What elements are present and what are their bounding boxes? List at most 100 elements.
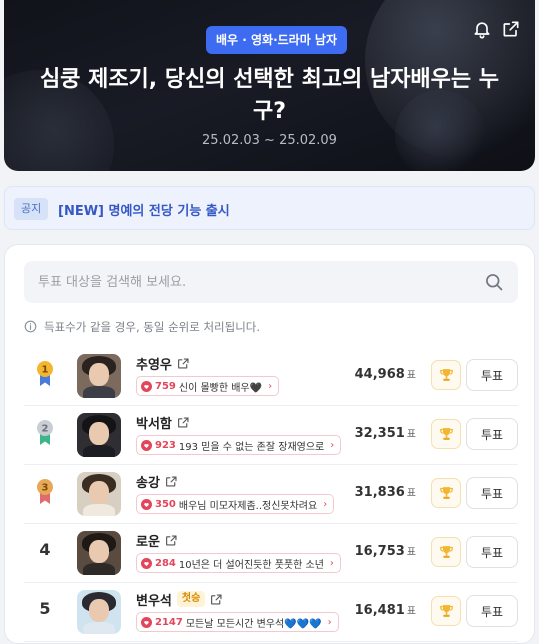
comment-text: 모든날 모든시간 변우석💙💙💙 xyxy=(185,618,322,630)
hero-banner: 배우 · 영화·드라마 남자 심쿵 제조기, 당신의 선택한 최고의 남자배우는… xyxy=(4,0,535,171)
comment-text: 193 믿을 수 없는 존잘 장재영으로 xyxy=(178,441,325,453)
comment-text: 10년은 더 설어진듯한 풋풋한 소년 xyxy=(178,559,324,571)
rank-number: 5 xyxy=(39,599,51,618)
candidate-row[interactable]: 2 박서함 923 193 믿을 수 없는 존잘 장재영으로 › 32,351 표 xyxy=(24,406,518,465)
vote-button[interactable]: 투표 xyxy=(466,595,518,627)
hall-of-fame-button[interactable] xyxy=(431,537,461,567)
top-comment[interactable]: 350 배우님 미모자제좀..정신못차려요 › xyxy=(136,494,335,514)
vote-button[interactable]: 투표 xyxy=(466,359,518,391)
chevron-right-icon: › xyxy=(323,498,328,510)
candidate-row[interactable]: 3 송강 350 배우님 미모자제좀..정신못차려요 › 31,836 표 투표 xyxy=(24,465,518,524)
chevron-right-icon: › xyxy=(329,557,334,569)
chevron-right-icon: › xyxy=(327,616,332,628)
name-line: 박서함 xyxy=(136,413,190,432)
candidate-name[interactable]: 박서함 xyxy=(136,413,172,432)
heart-icon xyxy=(141,557,152,569)
candidate-row[interactable]: 4 로운 284 10년은 더 설어진듯한 풋풋한 소년 › 16,753표 xyxy=(24,524,518,583)
top-comment[interactable]: 284 10년은 더 설어진듯한 풋풋한 소년 › xyxy=(136,553,341,573)
search-icon[interactable] xyxy=(484,272,504,292)
gold-medal-icon: 1 xyxy=(37,361,53,386)
rank-number: 3 xyxy=(42,483,49,494)
vote-count: 16,481 표 xyxy=(355,602,416,618)
rank-number: 4 xyxy=(39,540,51,559)
top-comment[interactable]: 923 193 믿을 수 없는 존잘 장재영으로 › xyxy=(136,435,342,455)
rising-badge: 첫승 xyxy=(176,591,206,607)
trophy-icon xyxy=(440,369,453,381)
hall-of-fame-button[interactable] xyxy=(431,596,461,626)
comment-count: 350 xyxy=(155,498,176,510)
comment-count: 923 xyxy=(155,439,176,451)
avatar[interactable] xyxy=(77,590,121,634)
comment-count: 2147 xyxy=(155,616,183,628)
vote-unit: 표 xyxy=(406,370,416,381)
vote-period: 25.02.03 ~ 25.02.09 xyxy=(202,133,337,148)
silver-medal-icon: 2 xyxy=(37,420,53,445)
name-line: 송강 xyxy=(136,472,178,491)
comment-text: 배우님 미모자제좀..정신못차려요 xyxy=(178,500,318,512)
vote-unit: 표 xyxy=(406,547,416,558)
share-icon[interactable] xyxy=(501,19,521,39)
rank-indicator: 3 xyxy=(34,477,56,505)
rank-number: 1 xyxy=(42,365,49,376)
vote-button[interactable]: 투표 xyxy=(466,477,518,509)
avatar-face xyxy=(89,481,109,504)
vote-count: 31,836 표 xyxy=(355,484,416,500)
bronze-medal-icon: 3 xyxy=(37,479,53,504)
avatar-body xyxy=(83,386,115,398)
heart-icon xyxy=(141,380,152,392)
notice-text[interactable]: [NEW] 명예의 전당 기능 출시 xyxy=(58,200,230,219)
bell-icon[interactable] xyxy=(472,19,492,39)
trophy-icon xyxy=(440,428,453,440)
info-icon xyxy=(24,320,37,333)
name-line: 추영우 xyxy=(136,354,190,373)
hall-of-fame-button[interactable] xyxy=(431,478,461,508)
avatar-body xyxy=(83,504,115,516)
external-link-icon[interactable] xyxy=(165,475,178,488)
page-title: 심쿵 제조기, 당신의 선택한 최고의 남자배우는 누구? xyxy=(39,67,500,124)
vote-button[interactable]: 투표 xyxy=(466,418,518,450)
rank-indicator: 4 xyxy=(34,536,56,564)
search-input[interactable] xyxy=(24,261,464,303)
avatar-body xyxy=(83,445,115,457)
trophy-icon xyxy=(440,487,453,499)
hall-of-fame-button[interactable] xyxy=(431,419,461,449)
heart-icon xyxy=(141,498,152,510)
vote-number: 31,836 xyxy=(354,485,405,500)
rank-indicator: 5 xyxy=(34,595,56,623)
avatar-face xyxy=(89,363,109,386)
rank-number: 2 xyxy=(42,424,49,435)
candidate-row[interactable]: 5 변우석첫승 2147 모든날 모든시간 변우석💙💙💙 › 16,481표 xyxy=(24,583,518,642)
vote-button[interactable]: 투표 xyxy=(466,536,518,568)
hall-of-fame-button[interactable] xyxy=(431,360,461,390)
rank-indicator: 2 xyxy=(34,418,56,446)
top-comment[interactable]: 2147 모든날 모든시간 변우석💙💙💙 › xyxy=(136,612,339,632)
top-comment[interactable]: 759 신이 몰빵한 배우🖤 › xyxy=(136,376,280,396)
comment-text: 신이 몰빵한 배우🖤 xyxy=(178,382,263,394)
candidate-name[interactable]: 로운 xyxy=(136,531,160,550)
avatar-face xyxy=(89,540,109,563)
external-link-icon[interactable] xyxy=(210,593,223,606)
vote-number: 16,481 xyxy=(354,603,405,618)
candidate-name[interactable]: 변우석 xyxy=(136,590,172,609)
candidate-row[interactable]: 1 추영우 759 신이 몰빵한 배우🖤 › 44,968 표 투표 xyxy=(24,347,518,406)
avatar-face xyxy=(89,422,109,445)
avatar[interactable] xyxy=(77,531,121,575)
external-link-icon[interactable] xyxy=(177,416,190,429)
candidate-name[interactable]: 추영우 xyxy=(136,354,172,373)
avatar[interactable] xyxy=(77,413,121,457)
comment-count: 284 xyxy=(155,557,176,569)
avatar-body xyxy=(83,563,115,575)
avatar[interactable] xyxy=(77,472,121,516)
vote-unit: 표 xyxy=(406,606,416,617)
chevron-right-icon: › xyxy=(268,380,273,392)
avatar[interactable] xyxy=(77,354,121,398)
chevron-right-icon: › xyxy=(330,439,335,451)
external-link-icon[interactable] xyxy=(177,357,190,370)
external-link-icon[interactable] xyxy=(165,534,178,547)
comment-count: 759 xyxy=(155,380,176,392)
vote-unit: 표 xyxy=(406,429,416,440)
trophy-icon xyxy=(440,605,453,617)
candidate-name[interactable]: 송강 xyxy=(136,472,160,491)
heart-icon xyxy=(141,439,152,451)
notice-banner[interactable]: 공지 [NEW] 명예의 전당 기능 출시 xyxy=(4,186,535,230)
